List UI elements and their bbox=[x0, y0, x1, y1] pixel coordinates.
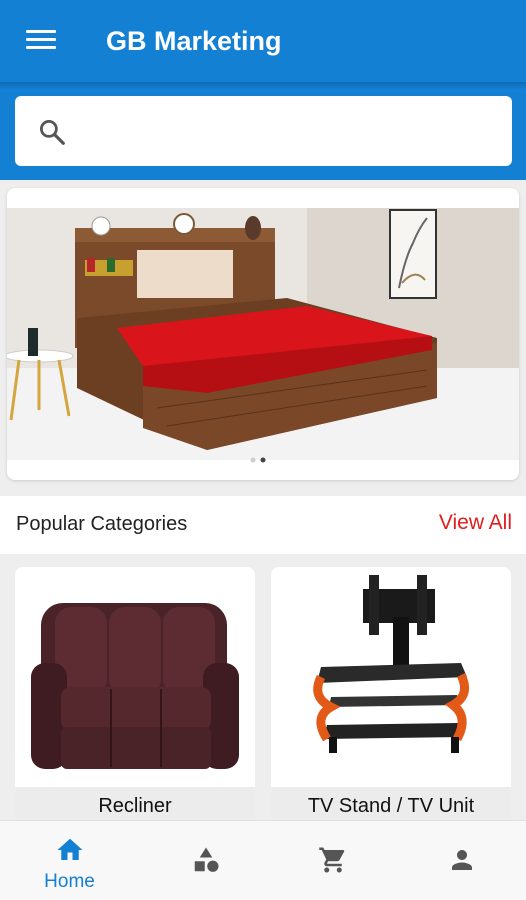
section-title: Popular Categories bbox=[16, 513, 188, 535]
nav-home[interactable]: Home bbox=[4, 821, 135, 900]
view-all-link[interactable]: View All bbox=[439, 511, 512, 535]
search-bar[interactable] bbox=[15, 96, 512, 166]
profile-icon bbox=[451, 850, 472, 870]
category-card-tv-stand[interactable]: TV Stand / TV Unit bbox=[271, 567, 511, 827]
recliner-image bbox=[31, 603, 239, 769]
tv-stand-image bbox=[313, 575, 470, 753]
nav-cart[interactable] bbox=[267, 821, 398, 900]
banner-image bbox=[7, 188, 519, 480]
promo-banner[interactable] bbox=[7, 188, 519, 480]
bottom-navigation: Home bbox=[0, 820, 526, 900]
category-card-recliner[interactable]: Recliner bbox=[15, 567, 255, 827]
nav-home-label: Home bbox=[44, 871, 95, 892]
categories-icon bbox=[194, 847, 218, 872]
app-bar-divider bbox=[0, 82, 526, 90]
home-icon bbox=[57, 838, 82, 860]
app-title: GB Marketing bbox=[106, 26, 282, 56]
nav-profile[interactable] bbox=[396, 821, 526, 900]
search-icon bbox=[40, 120, 65, 145]
nav-categories[interactable] bbox=[140, 821, 271, 900]
cart-icon bbox=[318, 847, 344, 873]
search-input[interactable] bbox=[85, 111, 495, 151]
popular-categories-header: Popular Categories View All bbox=[0, 496, 526, 554]
menu-icon[interactable] bbox=[24, 26, 58, 56]
